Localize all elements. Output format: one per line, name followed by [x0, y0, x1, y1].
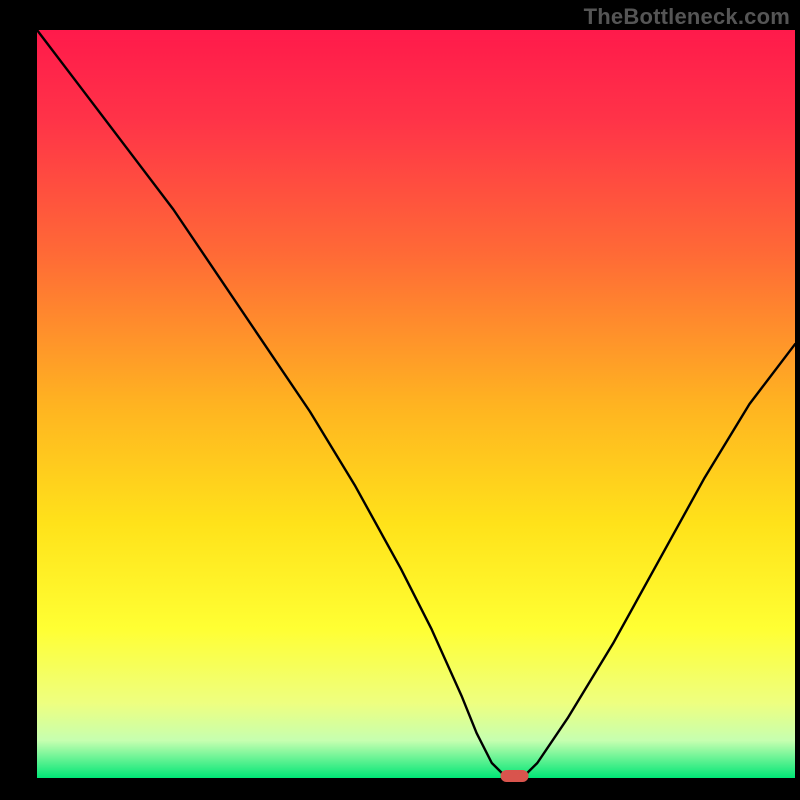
plot-background: [37, 30, 795, 778]
optimal-marker: [501, 770, 529, 782]
bottleneck-chart: [0, 0, 800, 800]
chart-frame: { "watermark": "TheBottleneck.com", "cha…: [0, 0, 800, 800]
